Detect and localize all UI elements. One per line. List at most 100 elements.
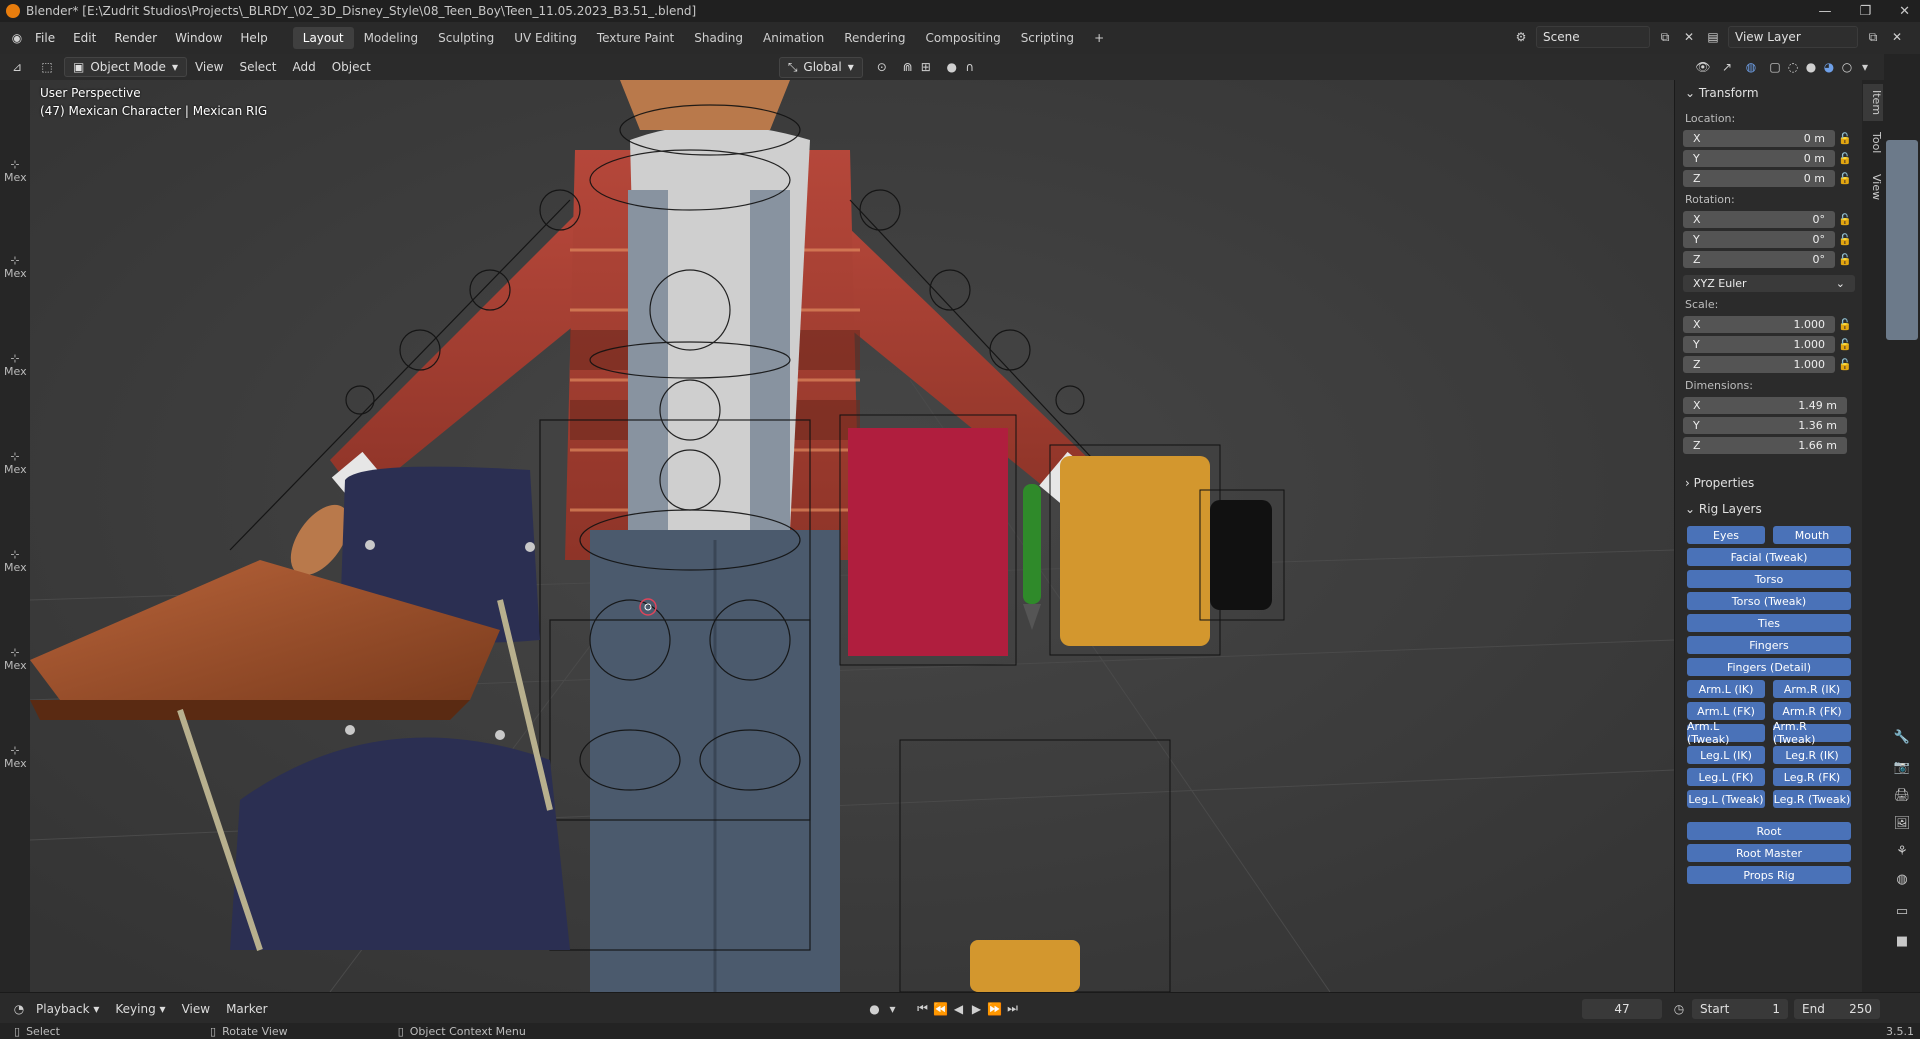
view-layer-properties-icon[interactable]: 🖼 (1892, 816, 1912, 831)
tab-compositing[interactable]: Compositing (915, 27, 1010, 49)
location-z-field[interactable]: Z 0 m (1683, 169, 1835, 187)
rig-layers-header[interactable]: ⌄ Rig Layers (1675, 496, 1863, 522)
3d-viewport[interactable]: User Perspective (47) Mexican Character … (30, 80, 1674, 992)
shading-options-icon[interactable]: ▾ (1856, 58, 1874, 76)
remove-scene-icon[interactable]: ✕ (1680, 28, 1698, 46)
scale-z-field[interactable]: Z 1.000 (1683, 355, 1835, 373)
pivot-icon[interactable]: ⊙ (873, 58, 891, 76)
tab-sculpting[interactable]: Sculpting (428, 27, 504, 49)
overlays-icon[interactable]: ◍ (1742, 58, 1760, 76)
tab-item[interactable]: Item (1863, 84, 1883, 122)
tab-rendering[interactable]: Rendering (834, 27, 915, 49)
rig-props-rig-button[interactable]: Props Rig (1687, 866, 1851, 884)
menu-render[interactable]: Render (105, 31, 166, 45)
tool-slot-4[interactable]: ⊹ Mex (4, 450, 27, 476)
tab-shading[interactable]: Shading (684, 27, 753, 49)
solid-shading-icon[interactable]: ● (1802, 58, 1820, 76)
keying-menu[interactable]: Keying ▾ (107, 1002, 173, 1016)
rig-facial-tweak-button[interactable]: Facial (Tweak) (1687, 548, 1851, 566)
render-properties-icon[interactable]: 📷 (1892, 760, 1912, 775)
tool-slot-6[interactable]: ⊹ Mex (4, 646, 27, 672)
lock-icon[interactable]: 🔓 (1835, 213, 1855, 226)
visibility-icon[interactable]: 👁 (1694, 58, 1712, 76)
falloff-icon[interactable]: ∩ (961, 58, 979, 76)
rig-leg-l-tweak-button[interactable]: Leg.L (Tweak) (1687, 790, 1765, 808)
next-keyframe-icon[interactable]: ⏩ (986, 1000, 1004, 1018)
scene-field[interactable]: Scene (1536, 26, 1650, 48)
rig-leg-r-ik-button[interactable]: Leg.R (IK) (1773, 746, 1851, 764)
jump-start-icon[interactable]: ⏮ (914, 1000, 932, 1018)
rotation-z-field[interactable]: Z 0° (1683, 250, 1835, 268)
remove-view-layer-icon[interactable]: ✕ (1888, 28, 1906, 46)
select-mode-icon[interactable]: ⬚ (38, 58, 56, 76)
gizmo-icon[interactable]: ↗ (1718, 58, 1736, 76)
viewport-menu-view[interactable]: View (187, 60, 231, 74)
tab-layout[interactable]: Layout (292, 27, 354, 49)
lock-icon[interactable]: 🔓 (1835, 132, 1855, 145)
lock-icon[interactable]: 🔓 (1835, 358, 1855, 371)
rig-torso-tweak-button[interactable]: Torso (Tweak) (1687, 592, 1851, 610)
output-properties-icon[interactable]: 🖨 (1892, 788, 1912, 803)
new-scene-icon[interactable]: ⧉ (1656, 28, 1674, 46)
rig-leg-l-fk-button[interactable]: Leg.L (FK) (1687, 768, 1765, 786)
play-reverse-icon[interactable]: ◀ (950, 1000, 968, 1018)
viewport-menu-add[interactable]: Add (284, 60, 323, 74)
timeline-editor-icon[interactable]: ◔ (10, 1000, 28, 1018)
rig-ties-button[interactable]: Ties (1687, 614, 1851, 632)
lock-icon[interactable]: 🔓 (1835, 172, 1855, 185)
jump-end-icon[interactable]: ⏭ (1004, 1000, 1022, 1018)
menu-file[interactable]: File (26, 31, 64, 45)
tab-animation[interactable]: Animation (753, 27, 834, 49)
maximize-button[interactable]: ❐ (1859, 4, 1871, 19)
new-view-layer-icon[interactable]: ⧉ (1864, 28, 1882, 46)
tab-uv-editing[interactable]: UV Editing (504, 27, 587, 49)
rig-fingers-detail-button[interactable]: Fingers (Detail) (1687, 658, 1851, 676)
view-layer-field[interactable]: View Layer (1728, 26, 1858, 48)
rig-fingers-button[interactable]: Fingers (1687, 636, 1851, 654)
rig-arm-l-ik-button[interactable]: Arm.L (IK) (1687, 680, 1765, 698)
rig-leg-r-tweak-button[interactable]: Leg.R (Tweak) (1773, 790, 1851, 808)
tab-texture-paint[interactable]: Texture Paint (587, 27, 684, 49)
rig-root-button[interactable]: Root (1687, 822, 1851, 840)
location-y-field[interactable]: Y 0 m (1683, 149, 1835, 167)
rotation-mode-dropdown[interactable]: XYZ Euler ⌄ (1683, 274, 1855, 292)
scale-y-field[interactable]: Y 1.000 (1683, 335, 1835, 353)
clock-icon[interactable]: ◷ (1670, 1000, 1688, 1018)
close-button[interactable]: ✕ (1899, 4, 1910, 19)
proportional-edit-icon[interactable]: ● (943, 58, 961, 76)
lock-icon[interactable]: 🔓 (1835, 233, 1855, 246)
tool-slot-2[interactable]: ⊹ Mex (4, 254, 27, 280)
lock-icon[interactable]: 🔓 (1835, 152, 1855, 165)
play-icon[interactable]: ▶ (968, 1000, 986, 1018)
rendered-shading-icon[interactable]: ○ (1838, 58, 1856, 76)
minimize-button[interactable]: — (1818, 4, 1831, 19)
tool-properties-icon[interactable]: 🔧 (1892, 730, 1912, 745)
tab-modeling[interactable]: Modeling (354, 27, 429, 49)
tool-slot-7[interactable]: ⊹ Mex (4, 744, 27, 770)
rig-root-master-button[interactable]: Root Master (1687, 844, 1851, 862)
wireframe-shading-icon[interactable]: ◌ (1784, 58, 1802, 76)
tab-view[interactable]: View (1863, 168, 1883, 206)
rotation-x-field[interactable]: X 0° (1683, 210, 1835, 228)
tab-scripting[interactable]: Scripting (1011, 27, 1084, 49)
orientation-dropdown[interactable]: ⤡ Global ▾ (778, 56, 863, 78)
tab-tool[interactable]: Tool (1863, 126, 1883, 159)
timeline-view-menu[interactable]: View (174, 1002, 218, 1016)
tool-slot-1[interactable]: ⊹ Mex (4, 158, 27, 184)
snap-target-icon[interactable]: ⊞ (917, 58, 935, 76)
lock-icon[interactable]: 🔓 (1835, 338, 1855, 351)
dimensions-y-field[interactable]: Y 1.36 m (1683, 416, 1847, 434)
prev-keyframe-icon[interactable]: ⏪ (932, 1000, 950, 1018)
rig-arm-r-fk-button[interactable]: Arm.R (FK) (1773, 702, 1851, 720)
scale-x-field[interactable]: X 1.000 (1683, 315, 1835, 333)
collection-properties-icon[interactable]: ▭ (1892, 904, 1912, 919)
marker-menu[interactable]: Marker (218, 1002, 275, 1016)
rig-arm-l-tweak-button[interactable]: Arm.L (Tweak) (1687, 720, 1765, 746)
location-x-field[interactable]: X 0 m (1683, 129, 1835, 147)
end-frame-field[interactable]: End 250 (1794, 998, 1880, 1019)
scene-icon[interactable]: ⚙ (1512, 28, 1530, 46)
menu-window[interactable]: Window (166, 31, 231, 45)
tool-slot-5[interactable]: ⊹ Mex (4, 548, 27, 574)
view-layer-icon[interactable]: ▤ (1704, 28, 1722, 46)
lock-icon[interactable]: 🔓 (1835, 253, 1855, 266)
